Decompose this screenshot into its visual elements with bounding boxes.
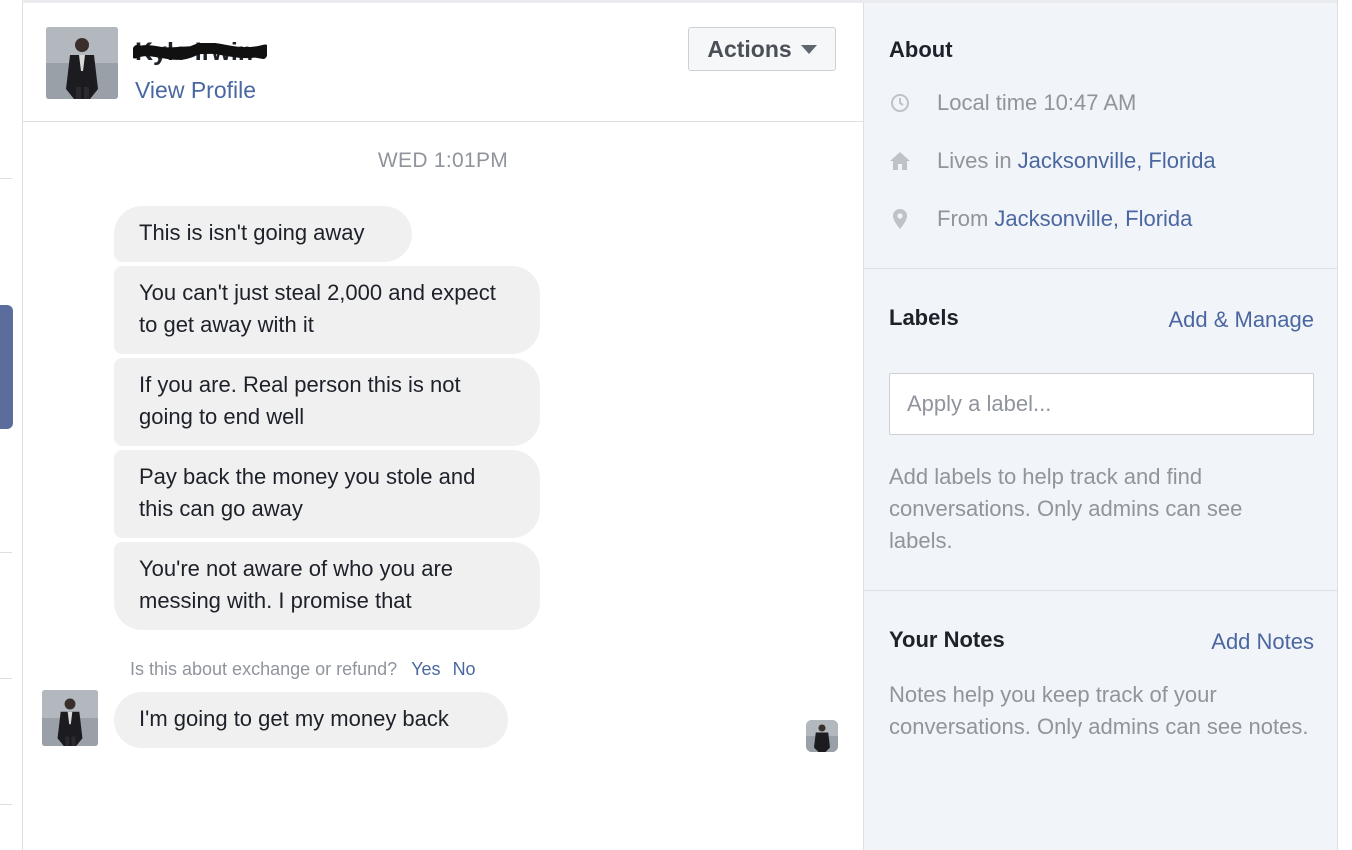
person-photo-icon: [42, 690, 98, 746]
from-label: From: [937, 206, 989, 231]
add-notes-link[interactable]: Add Notes: [1211, 629, 1314, 655]
local-time-text: Local time 10:47 AM: [937, 90, 1137, 115]
contact-avatar[interactable]: [46, 27, 118, 99]
left-panel-divider: [0, 178, 12, 179]
message-bubble[interactable]: I'm going to get my money back: [114, 692, 508, 748]
right-edge: [1337, 0, 1352, 850]
sender-avatar[interactable]: [42, 690, 98, 746]
actions-button-label: Actions: [707, 35, 792, 62]
clock-icon: [889, 92, 911, 114]
section-divider: [864, 590, 1338, 591]
apply-label-input[interactable]: [889, 373, 1314, 435]
conversation-header: Kyle Irwin View Profile Actions: [23, 3, 863, 122]
quick-question-text: Is this about exchange or refund?: [130, 659, 398, 679]
messenger-app: Kyle Irwin View Profile Actions WED 1:01…: [0, 0, 1352, 850]
location-pin-icon: [889, 208, 911, 230]
left-panel-divider: [0, 804, 12, 805]
lives-in-label: Lives in: [937, 148, 1012, 173]
notes-help-text: Notes help you keep track of your conver…: [889, 682, 1309, 739]
caret-down-icon: [800, 44, 817, 54]
section-divider: [864, 268, 1338, 269]
message-bubble[interactable]: Pay back the money you stole and this ca…: [114, 450, 540, 538]
quick-reply-yes[interactable]: Yes: [411, 659, 440, 679]
from-link[interactable]: Jacksonville, Florida: [994, 206, 1192, 232]
from-row: From Jacksonville, Florida: [889, 206, 1192, 232]
message-bubble[interactable]: If you are. Real person this is not goin…: [114, 358, 540, 446]
labels-title: Labels: [889, 305, 959, 330]
left-panel-edge: [0, 0, 23, 850]
seen-indicator-avatar: [806, 720, 838, 752]
left-panel-tab[interactable]: [0, 305, 13, 429]
lives-in-row: Lives in Jacksonville, Florida: [889, 148, 1216, 174]
person-photo-icon: [46, 27, 118, 99]
home-icon: [889, 150, 911, 172]
message-bubble[interactable]: You can't just steal 2,000 and expect to…: [114, 266, 540, 354]
local-time-row: Local time 10:47 AM: [889, 90, 1136, 116]
lives-in-link[interactable]: Jacksonville, Florida: [1018, 148, 1216, 174]
quick-reply-no[interactable]: No: [453, 659, 476, 679]
info-sidebar: About Local time 10:47 AM Lives in Jacks…: [863, 3, 1338, 850]
left-panel-divider: [0, 552, 12, 553]
message-bubble[interactable]: You're not aware of who you are messing …: [114, 542, 540, 630]
labels-help-text: Add labels to help track and find conver…: [889, 464, 1243, 553]
quick-question: Is this about exchange or refund? Yes No: [130, 657, 476, 681]
message-bubble[interactable]: This is isn't going away: [114, 206, 412, 262]
person-photo-icon: [806, 720, 838, 752]
notes-title: Your Notes: [889, 627, 1005, 652]
actions-button[interactable]: Actions: [688, 27, 836, 71]
about-title: About: [889, 37, 953, 62]
conversation-panel: Kyle Irwin View Profile Actions WED 1:01…: [23, 3, 863, 850]
add-manage-labels-link[interactable]: Add & Manage: [1168, 307, 1314, 333]
message-timestamp: WED 1:01PM: [377, 149, 509, 172]
name-redaction-scribble: [133, 43, 267, 60]
view-profile-link[interactable]: View Profile: [135, 76, 256, 104]
left-panel-divider: [0, 678, 12, 679]
